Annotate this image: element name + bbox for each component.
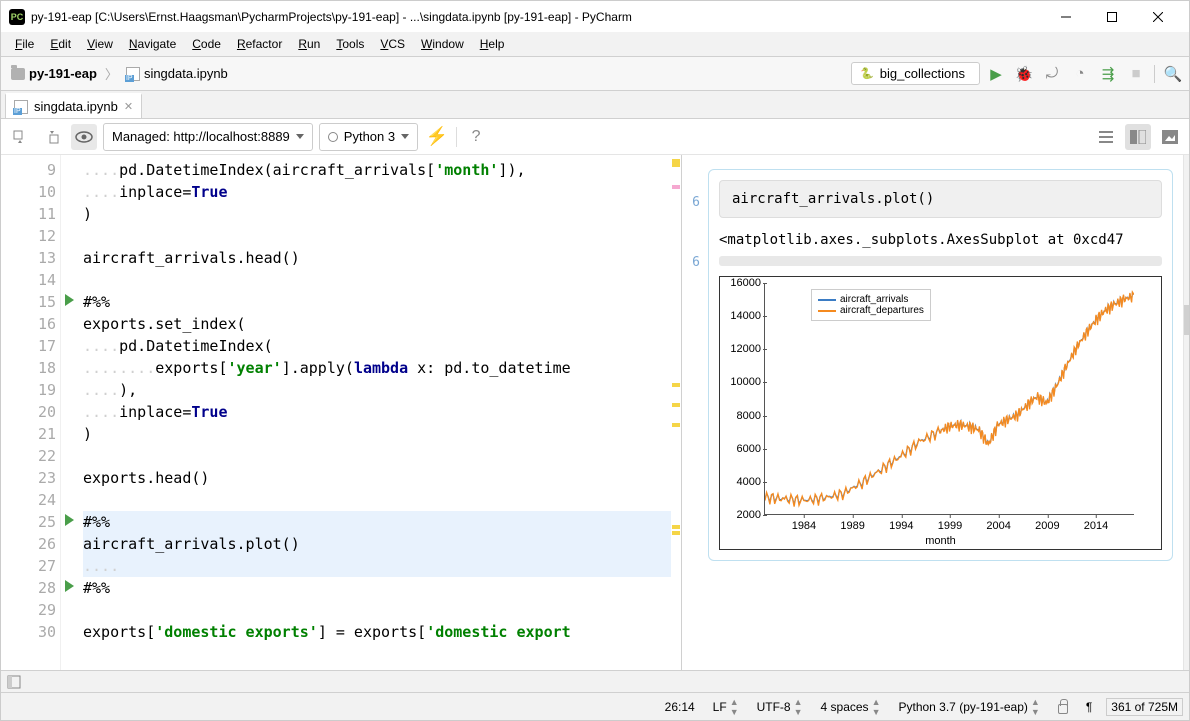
tool-window-icon[interactable] (7, 675, 21, 689)
python-icon: 🐍 (860, 67, 874, 80)
folder-icon (11, 68, 25, 80)
minimap-scrollbar[interactable] (1183, 155, 1189, 670)
stop-button: ■ (1126, 64, 1146, 84)
interrupt-kernel-button[interactable]: ⚡ (424, 124, 450, 150)
kernel-selector[interactable]: Python 3 (319, 123, 418, 151)
kernel-status-icon (328, 132, 338, 142)
debug-button[interactable]: 🐞 (1014, 64, 1034, 84)
status-line-ending[interactable]: LF▲▼ (709, 697, 743, 717)
view-list-button[interactable] (1093, 124, 1119, 150)
view-image-button[interactable] (1157, 124, 1183, 150)
run-config-selector[interactable]: 🐍 big_collections (851, 62, 980, 85)
status-goto[interactable]: ¶ (1082, 700, 1096, 714)
close-tab-icon[interactable]: ✕ (124, 100, 133, 113)
main-area: 9101112131415161718192021222324252627282… (1, 155, 1189, 670)
run-config-name: big_collections (880, 66, 965, 81)
output-cell: aircraft_arrivals.plot() <matplotlib.axe… (708, 169, 1173, 561)
scrollbar-placeholder[interactable] (719, 256, 1162, 266)
breadcrumb: py-191-eap 〉 singdata.ipynb (7, 64, 851, 83)
help-button[interactable]: ? (463, 124, 489, 150)
window-title: py-191-eap [C:\Users\Ernst.Haagsman\Pych… (31, 10, 1043, 24)
title-bar: PC py-191-eap [C:\Users\Ernst.Haagsman\P… (1, 1, 1189, 32)
menu-help[interactable]: Help (472, 34, 513, 54)
status-readonly[interactable] (1054, 700, 1072, 714)
menu-code[interactable]: Code (184, 34, 229, 54)
status-indent[interactable]: 4 spaces▲▼ (817, 697, 885, 717)
add-cell-above-button[interactable] (39, 124, 65, 150)
maximize-button[interactable] (1089, 1, 1135, 32)
view-split-button[interactable] (1125, 124, 1151, 150)
menu-bar: FileEditViewNavigateCodeRefactorRunTools… (1, 32, 1189, 57)
run-button[interactable]: ▶ (986, 64, 1006, 84)
profile-button[interactable]: ◔ (1070, 64, 1090, 84)
close-button[interactable] (1135, 1, 1181, 32)
menu-tools[interactable]: Tools (328, 34, 372, 54)
chart: aircraft_arrivalsaircraft_departures 200… (719, 276, 1162, 550)
output-gutter: 6 6 (682, 155, 704, 670)
status-position[interactable]: 26:14 (661, 700, 699, 714)
menu-view[interactable]: View (79, 34, 121, 54)
status-encoding[interactable]: UTF-8▲▼ (753, 697, 807, 717)
editor-tabs: singdata.ipynb ✕ (1, 91, 1189, 119)
notebook-icon (126, 67, 140, 81)
chevron-down-icon (296, 134, 304, 139)
breadcrumb-project[interactable]: py-191-eap (7, 64, 101, 83)
concurrency-button[interactable]: ⇶ (1098, 64, 1118, 84)
status-bar: 26:14 LF▲▼ UTF-8▲▼ 4 spaces▲▼ Python 3.7… (1, 692, 1189, 720)
marker-gutter[interactable] (671, 155, 681, 670)
minimize-button[interactable] (1043, 1, 1089, 32)
add-cell-below-button[interactable] (7, 124, 33, 150)
server-label: Managed: http://localhost:8889 (112, 129, 290, 144)
status-memory[interactable]: 361 of 725M (1106, 698, 1183, 716)
menu-navigate[interactable]: Navigate (121, 34, 184, 54)
editor-tab-active[interactable]: singdata.ipynb ✕ (5, 93, 142, 118)
chart-legend: aircraft_arrivalsaircraft_departures (811, 289, 931, 321)
menu-refactor[interactable]: Refactor (229, 34, 290, 54)
tool-window-strip[interactable] (1, 670, 1189, 692)
app-icon: PC (9, 9, 25, 25)
coverage-button[interactable]: ⤾ (1042, 64, 1062, 84)
lock-icon (1058, 704, 1068, 714)
output-repr: <matplotlib.axes._subplots.AxesSubplot a… (719, 232, 1162, 248)
tab-label: singdata.ipynb (34, 99, 118, 114)
kernel-label: Python 3 (344, 129, 395, 144)
search-everywhere-button[interactable]: 🔍 (1163, 64, 1183, 84)
chart-xlabel: month (724, 535, 1157, 547)
breadcrumb-file[interactable]: singdata.ipynb (122, 64, 232, 83)
server-selector[interactable]: Managed: http://localhost:8889 (103, 123, 313, 151)
output-pane: 6 6 aircraft_arrivals.plot() <matplotlib… (682, 155, 1189, 670)
menu-file[interactable]: File (7, 34, 42, 54)
line-gutter[interactable]: 9101112131415161718192021222324252627282… (1, 155, 61, 670)
preview-button[interactable] (71, 124, 97, 150)
editor-pane: 9101112131415161718192021222324252627282… (1, 155, 682, 670)
chevron-down-icon (401, 134, 409, 139)
notebook-icon (14, 100, 28, 114)
status-interpreter[interactable]: Python 3.7 (py-191-eap)▲▼ (894, 697, 1043, 717)
output-code: aircraft_arrivals.plot() (719, 180, 1162, 218)
menu-run[interactable]: Run (290, 34, 328, 54)
menu-vcs[interactable]: VCS (372, 34, 413, 54)
menu-edit[interactable]: Edit (42, 34, 79, 54)
notebook-toolbar: Managed: http://localhost:8889 Python 3 … (1, 119, 1189, 155)
code-editor[interactable]: ....pd.DatetimeIndex(aircraft_arrivals['… (61, 155, 671, 670)
navigation-toolbar: py-191-eap 〉 singdata.ipynb 🐍 big_collec… (1, 57, 1189, 91)
menu-window[interactable]: Window (413, 34, 472, 54)
